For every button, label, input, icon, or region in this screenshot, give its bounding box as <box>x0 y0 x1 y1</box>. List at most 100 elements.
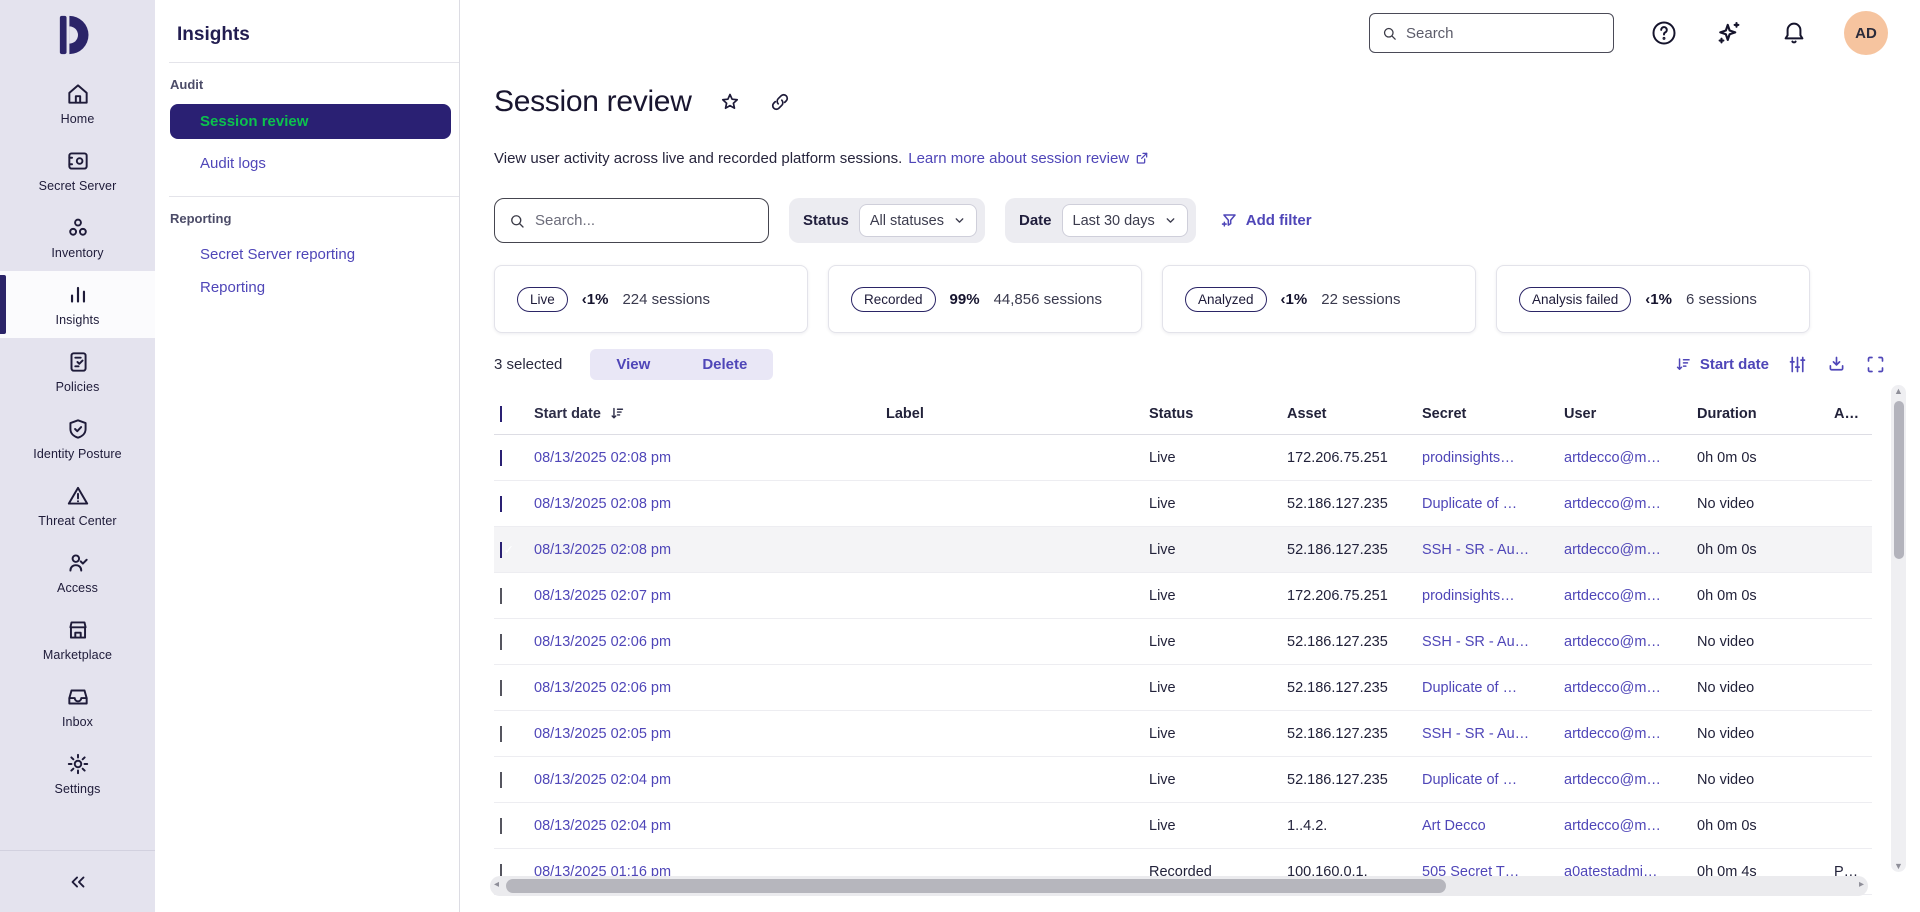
sidebar-item-inbox[interactable]: Inbox <box>0 673 155 740</box>
session-user-link[interactable]: artdecco@m… <box>1564 496 1697 512</box>
table-search-input[interactable] <box>535 212 745 229</box>
session-start-date-link[interactable]: 08/13/2025 02:08 pm <box>534 450 886 466</box>
sidebar-item-inventory[interactable]: Inventory <box>0 204 155 271</box>
help-icon[interactable] <box>1650 19 1678 47</box>
date-select[interactable]: Last 30 days <box>1061 204 1188 237</box>
sidebar-item-secret-server[interactable]: Secret Server <box>0 137 155 204</box>
session-user-link[interactable]: artdecco@m… <box>1564 450 1697 466</box>
row-checkbox[interactable] <box>500 633 502 650</box>
notifications-bell-icon[interactable] <box>1780 19 1808 47</box>
scroll-right-arrow-icon[interactable]: ▸ <box>1859 879 1864 890</box>
column-header-asset[interactable]: Asset <box>1287 406 1422 422</box>
session-start-date-link[interactable]: 08/13/2025 02:08 pm <box>534 496 886 512</box>
date-filter: Date Last 30 days <box>1005 198 1196 243</box>
delete-button[interactable]: Delete <box>676 349 773 380</box>
scroll-up-arrow-icon[interactable]: ▲ <box>1891 386 1906 396</box>
session-user-link[interactable]: artdecco@m… <box>1564 680 1697 696</box>
column-settings-icon[interactable] <box>1787 354 1808 375</box>
row-checkbox[interactable] <box>500 771 502 788</box>
horizontal-scrollbar[interactable]: ◂ ▸ <box>490 876 1868 896</box>
selected-count: 3 selected <box>494 355 563 373</box>
subnav-item-audit-logs[interactable]: Audit logs <box>155 147 459 180</box>
global-search-input[interactable] <box>1406 24 1586 42</box>
row-checkbox[interactable] <box>500 725 502 742</box>
favorite-star-icon[interactable] <box>718 90 742 114</box>
subnav-item-session-review[interactable]: Session review <box>170 104 451 139</box>
row-checkbox[interactable] <box>500 679 502 696</box>
column-header-start-date[interactable]: Start date <box>534 406 601 422</box>
session-user-link[interactable]: artdecco@m… <box>1564 634 1697 650</box>
chevron-down-icon <box>953 214 966 227</box>
add-filter-button[interactable]: Add filter <box>1220 211 1312 230</box>
session-start-date-link[interactable]: 08/13/2025 02:04 pm <box>534 772 886 788</box>
subnav-item-reporting[interactable]: Reporting <box>155 271 459 304</box>
scroll-left-arrow-icon[interactable]: ◂ <box>494 879 499 890</box>
sort-descending-icon[interactable] <box>609 405 626 422</box>
horizontal-scrollbar-thumb[interactable] <box>506 879 1446 893</box>
learn-more-link[interactable]: Learn more about session review <box>908 150 1150 167</box>
row-checkbox[interactable] <box>500 541 502 558</box>
session-user-link[interactable]: artdecco@m… <box>1564 726 1697 742</box>
sidebar-collapse-button[interactable] <box>0 850 155 912</box>
table-row: 08/13/2025 02:07 pm Live 172.206.75.251 … <box>494 573 1872 619</box>
view-button[interactable]: View <box>590 349 676 380</box>
sidebar-item-marketplace[interactable]: Marketplace <box>0 606 155 673</box>
table-search[interactable] <box>494 198 769 243</box>
session-duration: No video <box>1697 495 1755 512</box>
session-user-link[interactable]: artdecco@m… <box>1564 542 1697 558</box>
session-secret-link[interactable]: Duplicate of … <box>1422 680 1564 696</box>
session-duration: 0h 0m 0s <box>1697 587 1757 604</box>
column-header-duration[interactable]: Duration <box>1697 406 1834 422</box>
vertical-scrollbar-thumb[interactable] <box>1893 401 1904 559</box>
vertical-scrollbar[interactable]: ▲ ▼ <box>1891 385 1906 872</box>
subnav-item-secret-server-reporting[interactable]: Secret Server reporting <box>155 238 459 271</box>
select-all-checkbox[interactable] <box>500 405 502 422</box>
sidebar-item-insights[interactable]: Insights <box>0 271 155 338</box>
row-checkbox[interactable] <box>500 817 502 834</box>
global-search[interactable] <box>1369 13 1614 53</box>
sidebar-item-policies[interactable]: Policies <box>0 338 155 405</box>
session-secret-link[interactable]: SSH - SR - Au… <box>1422 542 1564 558</box>
fullscreen-icon[interactable] <box>1865 354 1886 375</box>
session-secret-link[interactable]: prodinsights… <box>1422 588 1564 604</box>
session-user-link[interactable]: artdecco@m… <box>1564 818 1697 834</box>
session-secret-link[interactable]: Duplicate of … <box>1422 496 1564 512</box>
column-header-status[interactable]: Status <box>1149 406 1287 422</box>
delinea-d-icon <box>59 15 88 55</box>
ai-sparkles-icon[interactable] <box>1714 18 1744 48</box>
download-icon[interactable] <box>1826 354 1847 375</box>
avatar[interactable]: AD <box>1844 11 1888 55</box>
delinea-logo[interactable] <box>0 0 155 70</box>
session-secret-link[interactable]: prodinsights… <box>1422 450 1564 466</box>
sidebar-item-label: Policies <box>55 380 100 394</box>
table-row: 08/13/2025 02:04 pm Live 1..4.2. Art Dec… <box>494 803 1872 849</box>
session-start-date-link[interactable]: 08/13/2025 02:06 pm <box>534 634 886 650</box>
sidebar-item-access[interactable]: Access <box>0 539 155 606</box>
sort-by-button[interactable]: Start date <box>1674 355 1769 374</box>
session-start-date-link[interactable]: 08/13/2025 02:06 pm <box>534 680 886 696</box>
scroll-down-arrow-icon[interactable]: ▼ <box>1891 861 1906 871</box>
session-secret-link[interactable]: SSH - SR - Au… <box>1422 634 1564 650</box>
sidebar-item-threat-center[interactable]: Threat Center <box>0 472 155 539</box>
session-start-date-link[interactable]: 08/13/2025 02:08 pm <box>534 542 886 558</box>
column-header-activity[interactable]: Activity <box>1834 406 1872 422</box>
session-start-date-link[interactable]: 08/13/2025 02:04 pm <box>534 818 886 834</box>
sidebar-item-home[interactable]: Home <box>0 70 155 137</box>
row-checkbox[interactable] <box>500 449 502 466</box>
copy-link-icon[interactable] <box>768 90 792 114</box>
session-user-link[interactable]: artdecco@m… <box>1564 772 1697 788</box>
sidebar-item-identity-posture[interactable]: Identity Posture <box>0 405 155 472</box>
row-checkbox[interactable] <box>500 495 502 512</box>
session-start-date-link[interactable]: 08/13/2025 02:07 pm <box>534 588 886 604</box>
session-user-link[interactable]: artdecco@m… <box>1564 588 1697 604</box>
status-select[interactable]: All statuses <box>858 204 977 237</box>
session-secret-link[interactable]: SSH - SR - Au… <box>1422 726 1564 742</box>
session-secret-link[interactable]: Art Decco <box>1422 818 1564 834</box>
column-header-user[interactable]: User <box>1564 406 1697 422</box>
session-secret-link[interactable]: Duplicate of … <box>1422 772 1564 788</box>
sidebar-item-settings[interactable]: Settings <box>0 740 155 807</box>
column-header-label[interactable]: Label <box>886 406 1149 422</box>
session-start-date-link[interactable]: 08/13/2025 02:05 pm <box>534 726 886 742</box>
column-header-secret[interactable]: Secret <box>1422 406 1564 422</box>
row-checkbox[interactable] <box>500 587 502 604</box>
